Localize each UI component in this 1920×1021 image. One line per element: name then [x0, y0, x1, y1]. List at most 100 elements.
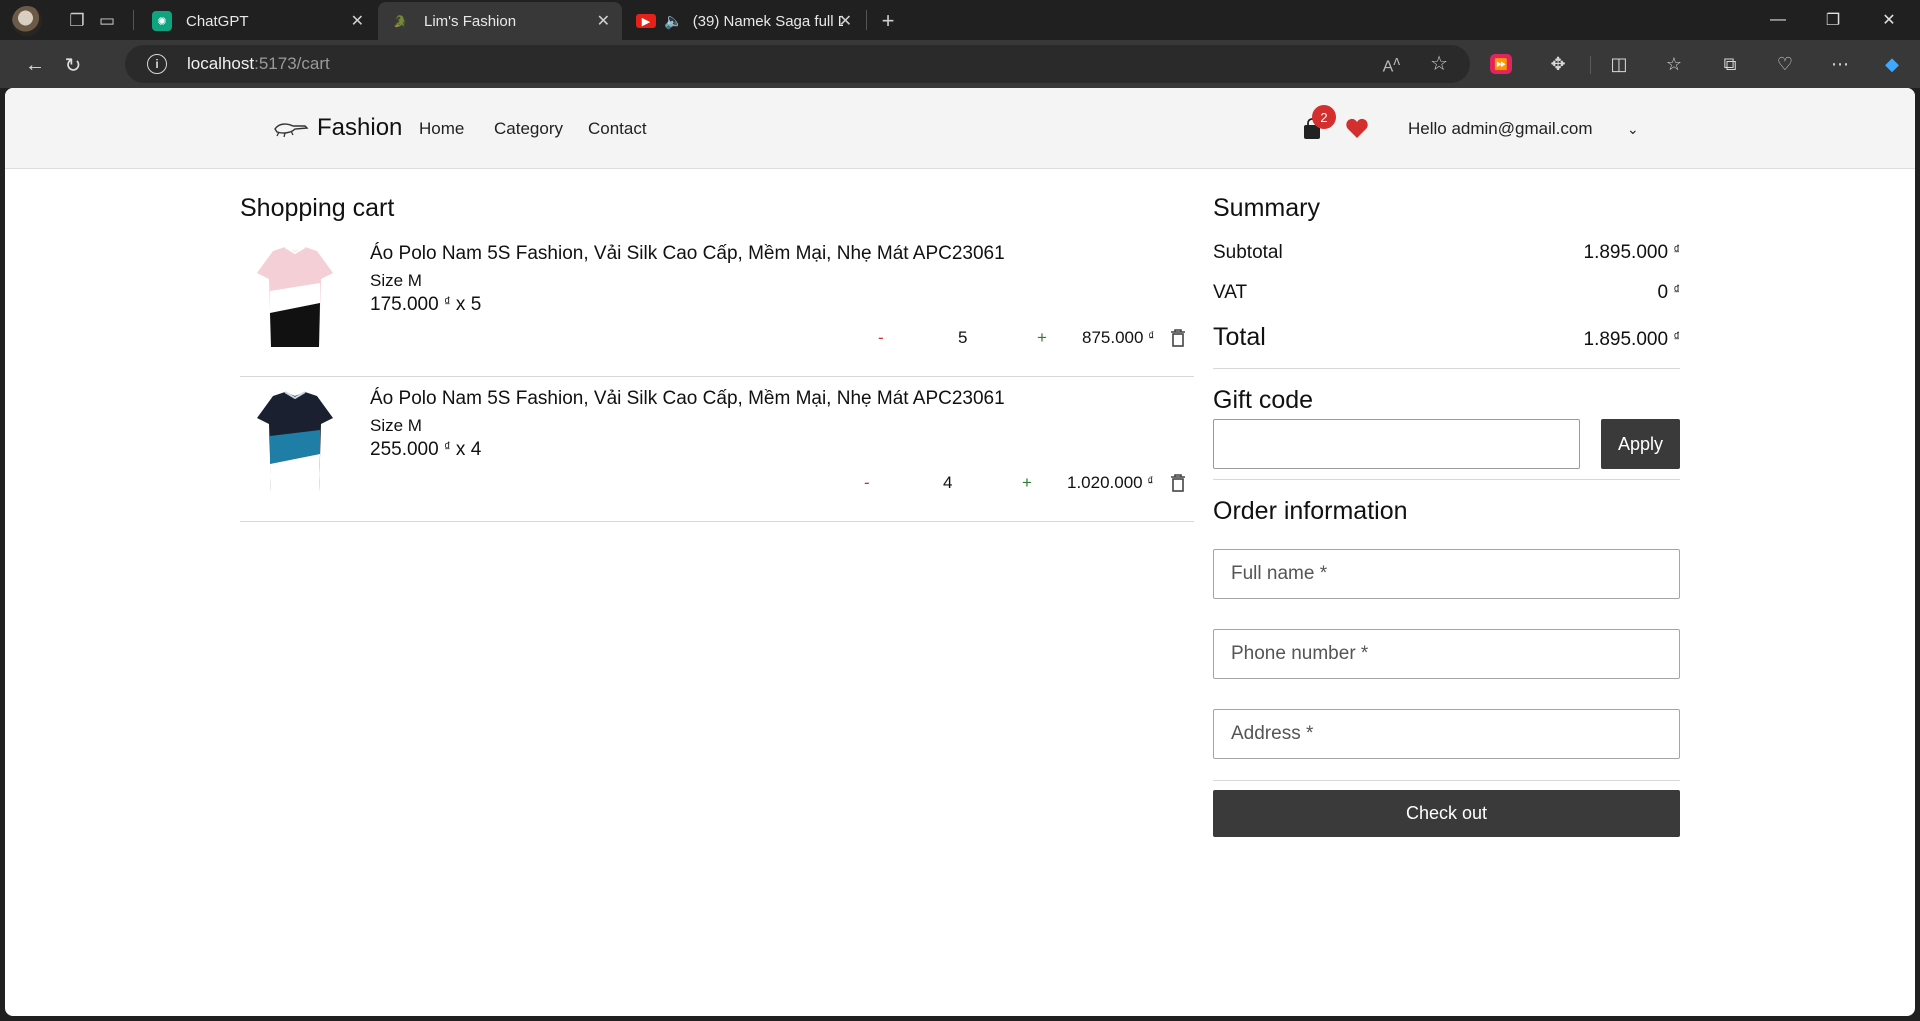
currency-symbol: ₫	[1147, 474, 1154, 488]
site-info-icon[interactable]: i	[147, 54, 167, 74]
cart-item: Áo Polo Nam 5S Fashion, Vải Silk Cao Cấp…	[240, 233, 1194, 377]
currency-symbol: ₫	[1673, 242, 1680, 257]
cart-title: Shopping cart	[240, 194, 395, 222]
product-image[interactable]	[255, 388, 335, 498]
vat-amount: 0 ₫	[1657, 282, 1680, 304]
tab-chatgpt[interactable]: ✺ ChatGPT ✕	[140, 2, 376, 40]
address-bar[interactable]: i localhost:5173/cart Aʌ ☆	[125, 45, 1470, 83]
order-information-title: Order information	[1213, 497, 1408, 525]
product-size: Size M	[370, 271, 422, 290]
decrease-quantity-button[interactable]: -	[878, 328, 884, 348]
total-row: Total 1.895.000 ₫	[1213, 323, 1680, 352]
restore-icon[interactable]: ❐	[1810, 6, 1856, 34]
more-options-icon[interactable]: ⋯	[1826, 50, 1854, 78]
tab-separator	[866, 10, 867, 30]
summary-title: Summary	[1213, 194, 1320, 222]
subtotal-label: Subtotal	[1213, 242, 1283, 263]
window-close-icon[interactable]: ✕	[1866, 6, 1912, 34]
user-greeting[interactable]: Hello admin@gmail.com	[1408, 119, 1593, 139]
currency-symbol: ₫	[443, 294, 451, 309]
product-name[interactable]: Áo Polo Nam 5S Fashion, Vải Silk Cao Cấp…	[370, 243, 1005, 265]
phone-number-field[interactable]: Phone number *	[1213, 629, 1680, 679]
address-placeholder: Address *	[1231, 723, 1314, 744]
cart-count-badge: 2	[1312, 105, 1336, 129]
unit-price-line: 175.000 ₫ x 5	[370, 294, 481, 316]
subtotal-amount: 1.895.000 ₫	[1584, 242, 1680, 264]
currency-symbol: ₫	[1673, 329, 1680, 344]
currency-symbol: ₫	[1673, 282, 1680, 297]
performance-icon[interactable]: ♡	[1771, 50, 1799, 78]
close-icon[interactable]: ✕	[839, 11, 852, 31]
read-aloud-icon[interactable]: Aʌ	[1383, 53, 1400, 76]
nav-contact-link[interactable]: Contact	[588, 119, 647, 139]
nav-home-link[interactable]: Home	[419, 119, 464, 139]
increase-quantity-button[interactable]: +	[1037, 328, 1047, 348]
heart-wishlist-icon[interactable]	[1345, 117, 1369, 139]
copilot-icon[interactable]: ◆	[1878, 50, 1906, 78]
total-amount: 1.895.000 ₫	[1584, 329, 1680, 351]
gift-code-input[interactable]	[1213, 419, 1580, 469]
subtotal-value: 1.895.000	[1583, 242, 1669, 263]
back-arrow-icon[interactable]: ←	[20, 50, 50, 80]
nav-category-link[interactable]: Category	[494, 119, 563, 139]
close-icon[interactable]: ✕	[597, 11, 610, 31]
full-name-placeholder: Full name *	[1231, 563, 1328, 584]
times-quantity: x 4	[455, 439, 482, 460]
quantity-value: 4	[943, 473, 953, 492]
tab-lims-fashion[interactable]: 🐊 Lim's Fashion ✕	[378, 2, 622, 40]
croc-icon: 🐊	[393, 15, 407, 28]
tab-youtube[interactable]: ▶ 🔈 (39) Namek Saga full Dragon Ball Z ✕	[624, 2, 864, 40]
tab-separator	[133, 10, 134, 30]
decrease-quantity-button[interactable]: -	[864, 473, 870, 493]
cart-item: Áo Polo Nam 5S Fashion, Vải Silk Cao Cấp…	[240, 378, 1194, 522]
brand-name: Fashion	[317, 114, 403, 141]
trash-icon[interactable]	[1170, 328, 1186, 348]
close-icon[interactable]: ✕	[351, 11, 364, 31]
refresh-icon[interactable]: ↻	[58, 50, 88, 80]
youtube-icon: ▶	[636, 14, 656, 28]
product-name[interactable]: Áo Polo Nam 5S Fashion, Vải Silk Cao Cấp…	[370, 388, 1005, 410]
favorite-star-icon[interactable]: ☆	[1430, 51, 1448, 76]
line-total-value: 875.000	[1082, 328, 1144, 347]
increase-quantity-button[interactable]: +	[1022, 473, 1032, 493]
divider	[1213, 368, 1680, 369]
browser-tab-strip: ❐ ▭ ✺ ChatGPT ✕ 🐊 Lim's Fashion ✕ ▶ 🔈 (3…	[0, 0, 1920, 40]
tab-actions-icon[interactable]: ▭	[94, 8, 120, 34]
collections-icon[interactable]: ⧉	[1716, 50, 1744, 78]
quantity-value: 5	[958, 328, 968, 347]
unit-price-line: 255.000 ₫ x 4	[370, 439, 481, 461]
currency-symbol: ₫	[1148, 329, 1155, 343]
subtotal-row: Subtotal 1.895.000 ₫	[1213, 242, 1680, 264]
tab-title: Lim's Fashion	[424, 12, 517, 30]
full-name-field[interactable]: Full name *	[1213, 549, 1680, 599]
vat-value: 0	[1657, 282, 1669, 303]
url-host: localhost	[187, 54, 255, 73]
extension-fastforward-icon[interactable]: ⏩	[1490, 54, 1512, 74]
extensions-puzzle-icon[interactable]: ✥	[1544, 50, 1572, 78]
apply-gift-code-button[interactable]: Apply	[1601, 419, 1680, 469]
divider	[1213, 479, 1680, 480]
workspaces-icon[interactable]: ❐	[64, 8, 90, 34]
phone-number-placeholder: Phone number *	[1231, 643, 1369, 664]
unit-price: 175.000	[370, 294, 439, 315]
product-image[interactable]	[255, 243, 335, 353]
total-value: 1.895.000	[1583, 329, 1669, 350]
new-tab-icon[interactable]: +	[875, 8, 901, 34]
url-path: :5173/cart	[254, 54, 330, 73]
speaker-icon[interactable]: 🔈	[664, 12, 683, 30]
address-field[interactable]: Address *	[1213, 709, 1680, 759]
trash-icon[interactable]	[1170, 473, 1186, 493]
gift-code-title: Gift code	[1213, 386, 1314, 414]
times-quantity: x 5	[455, 294, 482, 315]
profile-avatar[interactable]	[12, 6, 42, 36]
total-label: Total	[1213, 323, 1266, 351]
chevron-down-icon[interactable]: ⌄	[1627, 121, 1639, 138]
tab-title: (39) Namek Saga full Dragon Ball Z	[692, 12, 843, 30]
split-screen-icon[interactable]: ◫	[1605, 50, 1633, 78]
product-size: Size M	[370, 416, 422, 435]
checkout-button[interactable]: Check out	[1213, 790, 1680, 837]
page-viewport: Fashion Home Category Contact 2 Hello ad…	[5, 88, 1915, 1016]
minimize-icon[interactable]: —	[1755, 6, 1801, 34]
favorites-icon[interactable]: ☆	[1660, 50, 1688, 78]
site-logo[interactable]: Fashion	[273, 114, 402, 142]
